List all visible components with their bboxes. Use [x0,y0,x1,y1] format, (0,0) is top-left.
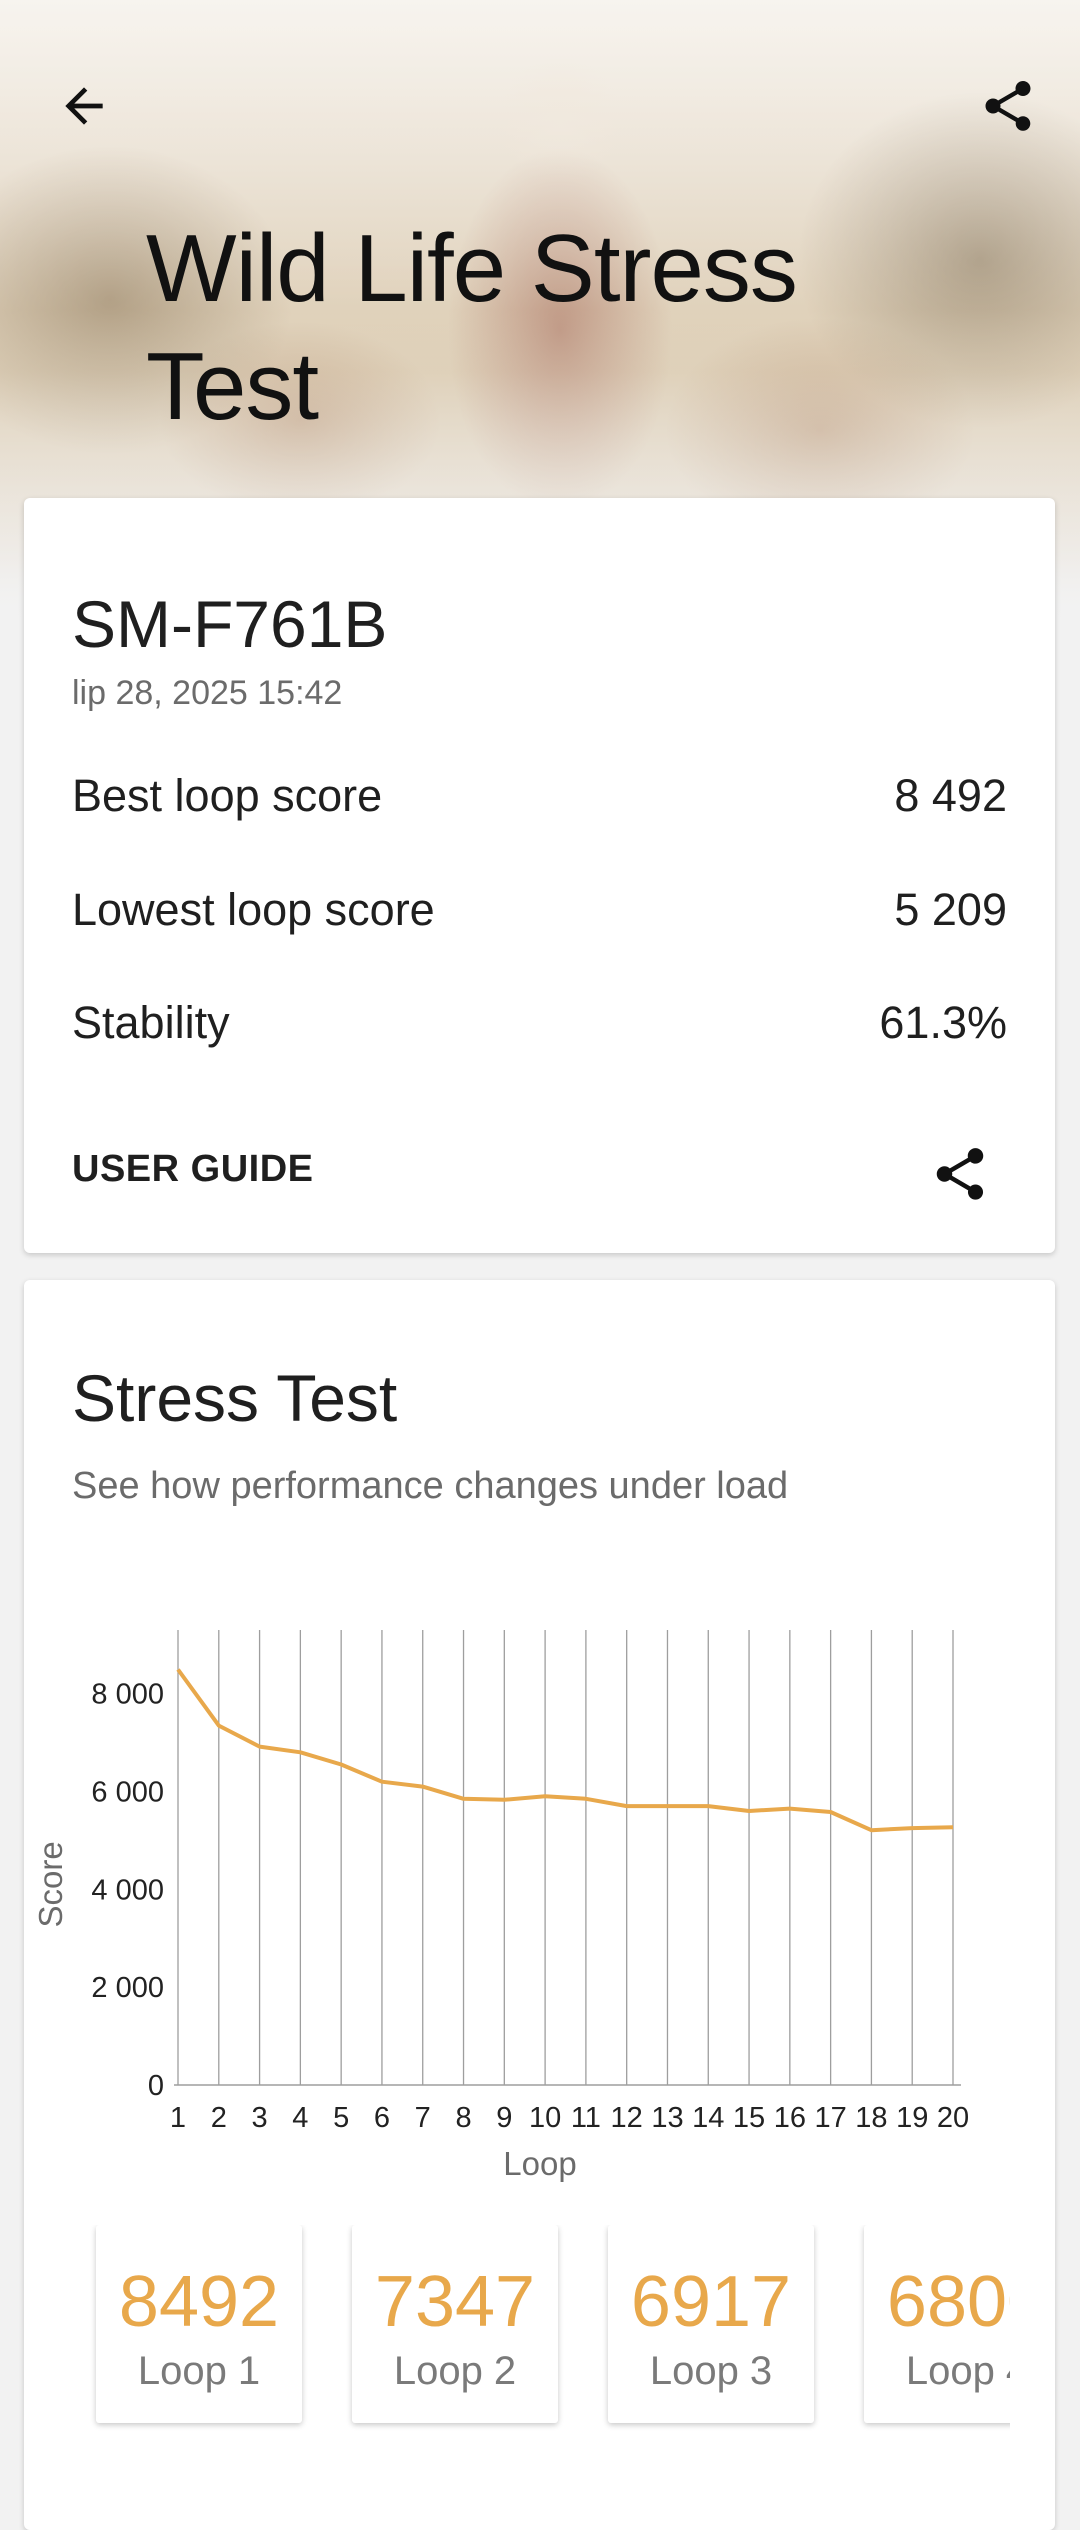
x-tick-label: 17 [814,2102,846,2134]
back-button[interactable] [48,70,120,142]
x-tick-label: 2 [211,2102,227,2134]
stability-label: Stability [72,997,230,1048]
x-tick-label: 11 [571,2102,601,2134]
share-result-button[interactable] [924,1138,996,1210]
loop-tile[interactable]: 6800 Loop 4 [864,2225,1010,2423]
device-name: SM-F761B [72,587,388,661]
share-button-top[interactable] [972,70,1044,142]
loop-tiles[interactable]: 8492 Loop 1 7347 Loop 2 6917 Loop 3 6800 Loop 4 [0,2225,1010,2465]
x-tick-label: 7 [415,2102,431,2134]
series-line [176,1668,954,1833]
best-loop-row: Best loop score 8 492 [72,766,1007,826]
x-tick-label: 5 [333,2102,349,2134]
x-tick-label: 13 [651,2102,683,2134]
loop-score: 6800 [886,2262,1010,2342]
test-date: lip 28, 2025 15:42 [72,674,343,712]
x-tick-label: 12 [611,2102,643,2134]
x-tick-label: 6 [374,2102,390,2134]
loop-label: Loop 1 [137,2349,261,2393]
x-tick-label: 9 [496,2102,512,2134]
result-card: SM-F761B lip 28, 2025 15:42 Best loop sc… [24,498,1055,1253]
best-loop-value: 8 492 [894,770,1007,821]
stability-value: 61.3% [879,997,1007,1048]
loop-score: 7347 [374,2262,536,2342]
loop-score: 6917 [630,2262,792,2342]
lowest-loop-value: 5 209 [894,884,1007,935]
x-tick-label: 15 [733,2102,765,2134]
lowest-loop-label: Lowest loop score [72,884,435,935]
share-icon [985,81,1031,131]
y-tick-label: 4 000 [91,1874,164,1906]
x-tick-label: 14 [692,2102,724,2134]
loop-tile[interactable]: 6917 Loop 3 [608,2225,814,2423]
share-icon [936,1148,984,1200]
lowest-loop-row: Lowest loop score 5 209 [72,880,1007,940]
arrow-back-icon [65,87,103,125]
y-tick-label: 0 [148,2070,164,2102]
x-tick-label: 16 [774,2102,806,2134]
stress-test-title: Stress Test [72,1361,398,1435]
x-tick-label: 10 [529,2102,561,2134]
x-tick-label: 19 [896,2102,928,2134]
x-tick-label: 4 [292,2102,308,2134]
y-tick-label: 6 000 [91,1776,164,1808]
loop-tile[interactable]: 8492 Loop 1 [96,2225,302,2423]
stress-test-subtitle: See how performance changes under load [72,1465,789,1507]
y-axis-label: Score [32,1841,69,1927]
best-loop-label: Best loop score [72,770,383,821]
x-tick-label: 1 [170,2102,186,2134]
stability-row: Stability 61.3% [72,993,1007,1053]
loop-label: Loop 3 [649,2349,773,2393]
x-tick-label: 18 [855,2102,887,2134]
x-axis-label: Loop [503,2145,576,2182]
page-title: Wild Life Stress Test [146,215,798,440]
loop-score: 8492 [118,2262,280,2342]
x-tick-label: 3 [252,2102,268,2134]
x-tick-label: 20 [937,2102,969,2134]
loop-label: Loop 2 [393,2349,517,2393]
loop-tile[interactable]: 7347 Loop 2 [352,2225,558,2423]
x-tick-label: 8 [455,2102,471,2134]
y-tick-label: 8 000 [91,1679,164,1711]
loop-label: Loop 4 [905,2349,1010,2393]
user-guide-link[interactable]: USER GUIDE [72,1148,313,1191]
y-tick-label: 2 000 [91,1972,164,2004]
